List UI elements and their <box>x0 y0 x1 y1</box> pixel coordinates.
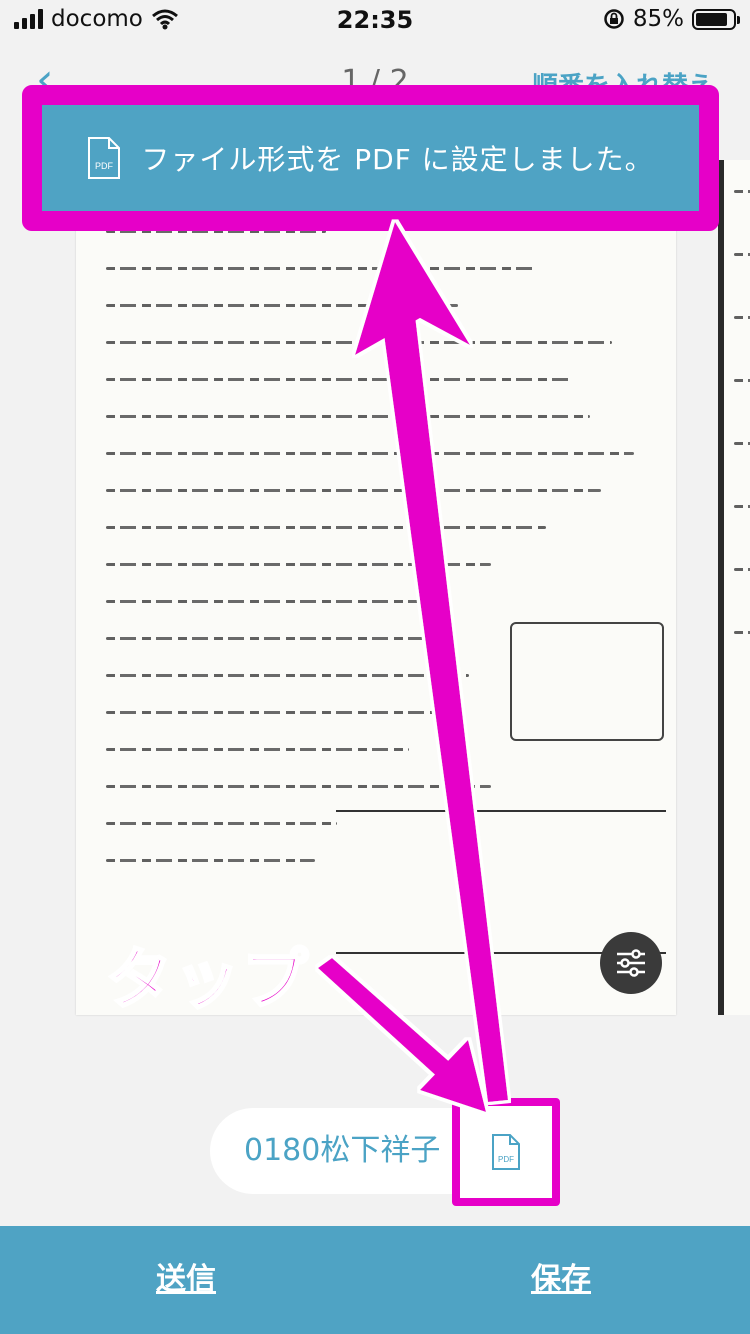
battery-icon <box>692 8 740 30</box>
format-icon-text: PDF <box>498 1155 514 1164</box>
handwritten-figure <box>510 622 664 741</box>
filter-button[interactable] <box>600 932 662 994</box>
pdf-file-icon: PDF <box>492 1134 520 1170</box>
toast-notification: PDF ファイル形式を PDF に設定しました。 <box>42 105 699 211</box>
save-button[interactable]: 保存 <box>531 1226 591 1334</box>
next-page-preview[interactable] <box>718 160 750 1015</box>
toast-icon-text: PDF <box>95 161 114 171</box>
rotation-lock-icon <box>604 9 624 29</box>
filename-text: 0180松下祥子 <box>244 1133 441 1168</box>
toast-highlight: PDF ファイル形式を PDF に設定しました。 <box>22 85 719 231</box>
file-format-button[interactable]: PDF <box>452 1098 560 1206</box>
battery-percent: 85% <box>632 6 684 32</box>
handwritten-table <box>336 810 666 954</box>
tap-annotation-label: タップ <box>105 940 310 1020</box>
bottom-toolbar: 送信 保存 <box>0 1226 750 1334</box>
status-bar: docomo 22:35 85% <box>0 0 750 40</box>
pdf-file-icon: PDF <box>88 137 121 179</box>
handwritten-content <box>106 230 656 896</box>
document-preview[interactable] <box>76 190 676 1015</box>
send-button[interactable]: 送信 <box>156 1226 216 1334</box>
toast-message: ファイル形式を PDF に設定しました。 <box>141 143 654 176</box>
status-right: 85% <box>603 6 740 32</box>
sliders-icon <box>617 949 645 977</box>
battery-fill <box>696 12 727 26</box>
